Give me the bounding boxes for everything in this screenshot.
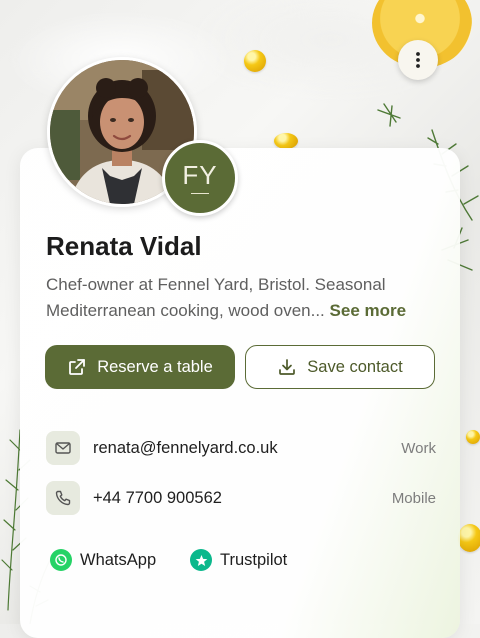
oil-drop — [466, 430, 480, 444]
whatsapp-label: WhatsApp — [80, 550, 157, 569]
email-value[interactable]: renata@fennelyard.co.uk — [93, 439, 278, 458]
contact-row-email[interactable]: renata@fennelyard.co.uk Work — [46, 430, 436, 466]
profile-bio: Chef-owner at Fennel Yard, Bristol. Seas… — [46, 272, 446, 324]
download-icon — [279, 359, 296, 375]
phone-type-label: Mobile — [391, 489, 436, 507]
external-link-icon — [69, 359, 86, 375]
oil-drop — [274, 133, 298, 149]
save-contact-label: Save contact — [307, 357, 403, 376]
envelope-icon — [55, 442, 71, 454]
reserve-table-button[interactable]: Reserve a table — [45, 345, 235, 389]
business-logo-badge: FY — [162, 140, 238, 216]
trustpilot-label: Trustpilot — [220, 550, 288, 569]
profile-name: Renata Vidal — [46, 231, 202, 261]
vertical-dots-icon — [416, 52, 420, 68]
email-icon-tile — [46, 431, 80, 465]
whatsapp-link[interactable]: WhatsApp — [50, 543, 156, 577]
phone-value[interactable]: +44 7700 900562 — [93, 489, 222, 508]
more-options-button[interactable] — [398, 40, 438, 80]
trustpilot-star-icon — [190, 549, 212, 571]
phone-icon-tile — [46, 481, 80, 515]
email-type-label: Work — [401, 439, 436, 457]
save-contact-button[interactable]: Save contact — [245, 345, 435, 389]
see-more-link[interactable]: See more — [330, 301, 407, 320]
logo-monogram: FY — [182, 159, 218, 190]
oil-drop — [458, 524, 480, 552]
contact-row-phone[interactable]: +44 7700 900562 Mobile — [46, 480, 436, 516]
trustpilot-link[interactable]: Trustpilot — [190, 543, 287, 577]
reserve-table-label: Reserve a table — [97, 357, 213, 376]
whatsapp-icon — [50, 549, 72, 571]
logo-underline — [191, 192, 209, 195]
phone-icon — [55, 490, 71, 506]
oil-drop — [244, 50, 266, 72]
